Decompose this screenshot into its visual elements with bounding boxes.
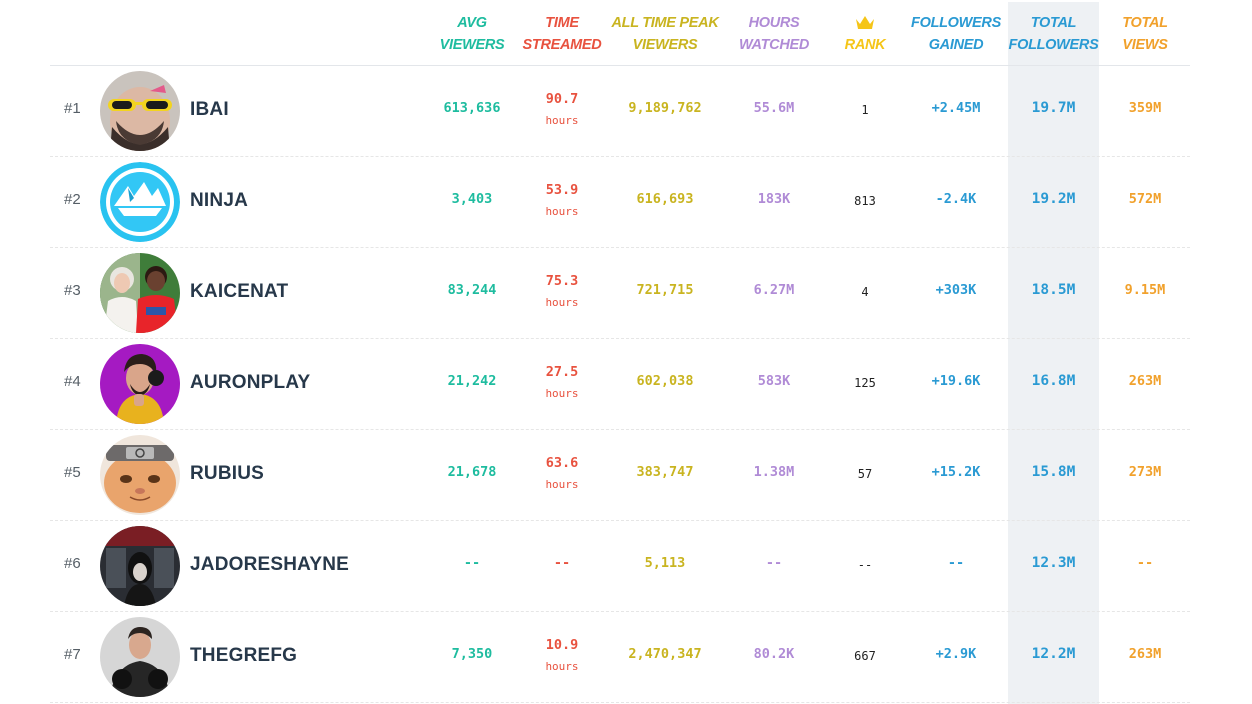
time-streamed-value: 90.7 hours <box>545 91 579 127</box>
row-rank: #6 <box>64 555 81 572</box>
jadoreshayne-avatar[interactable] <box>100 526 180 606</box>
total-followers-value: 12.2M <box>1031 646 1076 662</box>
time-streamed-value: 63.6 hours <box>545 455 579 491</box>
time-streamed-value: 75.3 hours <box>545 273 579 309</box>
total-followers-value: 16.8M <box>1031 373 1076 389</box>
header-avg-viewers[interactable]: AVG VIEWERS <box>432 12 512 56</box>
header-total-followers[interactable]: TOTAL FOLLOWERS <box>1008 12 1099 56</box>
avg-viewers-value: 3,403 <box>451 191 493 207</box>
total-views-value: 263M <box>1128 373 1162 389</box>
row-rank: #5 <box>64 464 81 481</box>
avg-viewers-value: 21,678 <box>447 464 497 480</box>
hours-watched-value: 583K <box>757 373 791 389</box>
streamer-name[interactable]: NINJA <box>190 190 248 212</box>
total-followers-value: 15.8M <box>1031 464 1076 480</box>
header-rank[interactable]: RANK <box>832 12 898 56</box>
streamer-name[interactable]: AURONPLAY <box>190 372 310 394</box>
table-row[interactable]: #1 IBAI 613,636 90.7 hours 9,189,762 55.6… <box>50 66 1190 157</box>
streamer-name[interactable]: IBAI <box>190 99 229 121</box>
hours-watched-value: -- <box>765 555 783 571</box>
thegrefg-avatar[interactable] <box>100 617 180 697</box>
total-followers-value: 19.2M <box>1031 191 1076 207</box>
followers-gained-value: +2.45M <box>931 100 981 116</box>
total-views-value: 263M <box>1128 646 1162 662</box>
table-row[interactable]: #3 KAICENAT 83,244 75.3 hours 721,715 6.2… <box>50 248 1190 339</box>
followers-gained-value: -2.4K <box>935 191 977 207</box>
row-rank: #7 <box>64 646 81 663</box>
peak-viewers-value: 721,715 <box>636 282 694 298</box>
row-rank: #3 <box>64 282 81 299</box>
peak-viewers-value: 2,470,347 <box>628 646 702 662</box>
streamer-name[interactable]: KAICENAT <box>190 281 288 303</box>
total-views-value: 9.15M <box>1124 282 1166 298</box>
total-views-value: -- <box>1136 555 1154 571</box>
header-followers-gained[interactable]: FOLLOWERS GAINED <box>906 12 1006 56</box>
total-followers-value: 12.3M <box>1031 555 1076 571</box>
header-hours-watched[interactable]: HOURS WATCHED <box>730 12 818 56</box>
avg-viewers-value: 613,636 <box>443 100 501 116</box>
total-views-value: 572M <box>1128 191 1162 207</box>
row-rank: #4 <box>64 373 81 390</box>
avg-viewers-value: 21,242 <box>447 373 497 389</box>
table-row[interactable]: #6 JADORESHAYNE -- -- 5,113 -- -- -- 12.… <box>50 521 1190 612</box>
rank-value: 57 <box>857 467 873 481</box>
rank-value: -- <box>857 558 873 572</box>
rank-value: 1 <box>861 103 869 117</box>
time-streamed-value: 53.9 hours <box>545 182 579 218</box>
total-views-value: 359M <box>1128 100 1162 116</box>
followers-gained-value: +2.9K <box>935 646 977 662</box>
time-streamed-value: -- <box>553 555 571 571</box>
avg-viewers-value: 7,350 <box>451 646 493 662</box>
rubius-avatar[interactable] <box>100 435 180 515</box>
hours-watched-value: 55.6M <box>753 100 795 116</box>
header-total-views[interactable]: TOTAL VIEWS <box>1102 12 1188 56</box>
hours-watched-value: 80.2K <box>753 646 795 662</box>
ibai-avatar[interactable] <box>100 71 180 151</box>
header-peak-viewers[interactable]: ALL TIME PEAK VIEWERS <box>610 12 720 56</box>
table-row[interactable]: #2 NINJA 3,403 53.9 hours 616,693 183K 81… <box>50 157 1190 248</box>
avg-viewers-value: -- <box>463 555 481 571</box>
hours-watched-value: 1.38M <box>753 464 795 480</box>
leaderboard-table: AVG VIEWERS TIME STREAMED ALL TIME PEAK VIE… <box>50 0 1190 704</box>
ninja-avatar[interactable] <box>100 162 180 242</box>
followers-gained-value: +303K <box>935 282 977 298</box>
table-row[interactable]: #7 THEGREFG 7,350 10.9 hours 2,470,347 80… <box>50 612 1190 703</box>
hours-watched-value: 183K <box>757 191 791 207</box>
followers-gained-value: +19.6K <box>931 373 981 389</box>
peak-viewers-value: 9,189,762 <box>628 100 702 116</box>
auronplay-avatar[interactable] <box>100 344 180 424</box>
total-views-value: 273M <box>1128 464 1162 480</box>
kaicenat-avatar[interactable] <box>100 253 180 333</box>
peak-viewers-value: 383,747 <box>636 464 694 480</box>
peak-viewers-value: 616,693 <box>636 191 694 207</box>
streamer-name[interactable]: THEGREFG <box>190 645 297 667</box>
crown-icon <box>832 12 898 34</box>
peak-viewers-value: 5,113 <box>644 555 686 571</box>
header-time-streamed[interactable]: TIME STREAMED <box>520 12 604 56</box>
row-rank: #1 <box>64 100 81 117</box>
total-followers-value: 19.7M <box>1031 100 1076 116</box>
total-followers-value: 18.5M <box>1031 282 1076 298</box>
table-row[interactable]: #4 AURONPLAY 21,242 27.5 hours 602,038 58… <box>50 339 1190 430</box>
followers-gained-value: -- <box>947 555 965 571</box>
row-rank: #2 <box>64 191 81 208</box>
table-header: AVG VIEWERS TIME STREAMED ALL TIME PEAK VIE… <box>50 0 1190 66</box>
table-row[interactable]: #5 RUBIUS 21,678 63.6 hours 383,747 1.38M… <box>50 430 1190 521</box>
avg-viewers-value: 83,244 <box>447 282 497 298</box>
streamer-name[interactable]: RUBIUS <box>190 463 264 485</box>
rank-value: 4 <box>861 285 869 299</box>
time-streamed-value: 27.5 hours <box>545 364 579 400</box>
rank-value: 667 <box>854 649 876 663</box>
peak-viewers-value: 602,038 <box>636 373 694 389</box>
streamer-name[interactable]: JADORESHAYNE <box>190 554 349 576</box>
time-streamed-value: 10.9 hours <box>545 637 579 673</box>
rank-value: 125 <box>854 376 876 390</box>
followers-gained-value: +15.2K <box>931 464 981 480</box>
rank-value: 813 <box>854 194 876 208</box>
hours-watched-value: 6.27M <box>753 282 795 298</box>
